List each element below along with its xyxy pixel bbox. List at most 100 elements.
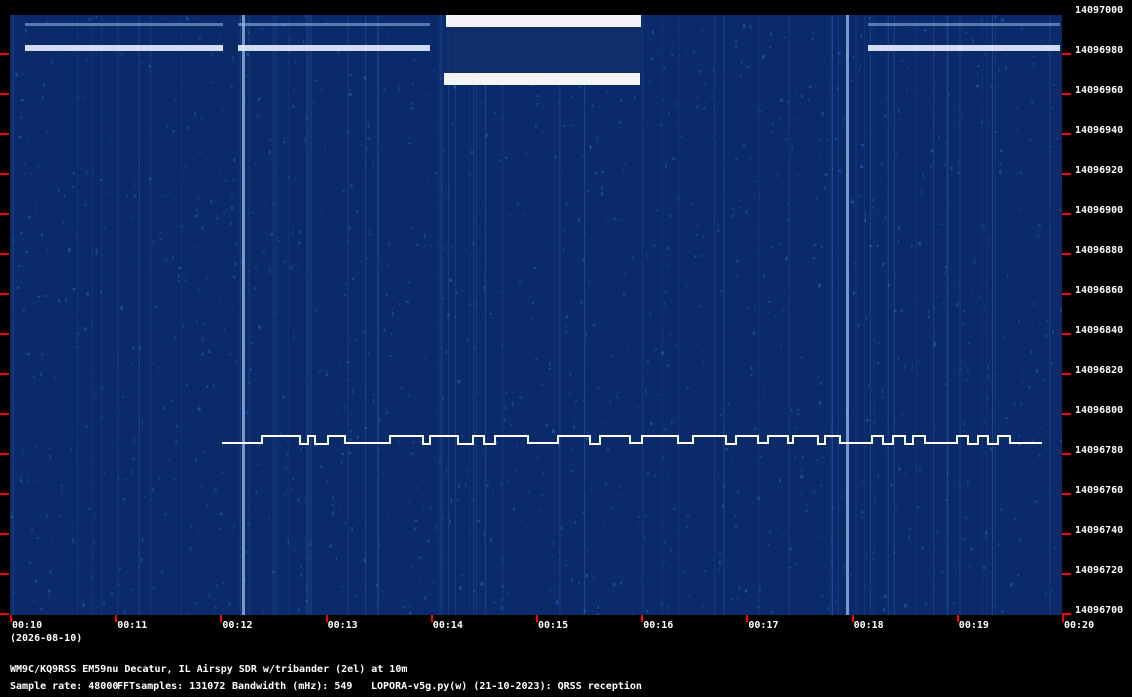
noise-speckle bbox=[921, 189, 923, 193]
noise-speckle bbox=[104, 226, 106, 229]
noise-speckle bbox=[253, 163, 256, 166]
noise-speckle bbox=[692, 401, 695, 404]
noise-speckle bbox=[813, 488, 816, 493]
noise-speckle bbox=[197, 532, 200, 535]
noise-speckle bbox=[588, 405, 590, 407]
noise-speckle bbox=[767, 310, 770, 315]
noise-speckle bbox=[477, 518, 480, 521]
noise-speckle bbox=[421, 34, 425, 37]
noise-speckle bbox=[890, 483, 894, 487]
noise-speckle bbox=[45, 401, 47, 404]
noise-speckle bbox=[790, 288, 793, 293]
noise-speckle bbox=[1052, 330, 1054, 335]
noise-speckle bbox=[362, 101, 364, 104]
noise-speckle bbox=[844, 552, 846, 554]
noise-speckle bbox=[702, 360, 705, 365]
noise-speckle bbox=[774, 560, 778, 564]
noise-speckle bbox=[1039, 426, 1042, 429]
noise-speckle bbox=[86, 292, 89, 296]
noise-speckle bbox=[469, 527, 472, 530]
noise-speckle bbox=[523, 89, 526, 93]
noise-speckle bbox=[594, 171, 598, 175]
noise-speckle bbox=[924, 142, 927, 145]
noise-speckle bbox=[625, 127, 627, 130]
waterfall-spectrogram bbox=[10, 15, 1062, 615]
noise-speckle bbox=[850, 563, 854, 567]
noise-speckle bbox=[212, 513, 214, 516]
noise-speckle bbox=[197, 295, 199, 298]
noise-speckle bbox=[351, 526, 354, 531]
noise-speckle bbox=[656, 66, 659, 68]
noise-speckle bbox=[10, 285, 13, 288]
noise-speckle bbox=[123, 610, 126, 614]
vertical-streak bbox=[982, 15, 984, 615]
noise-speckle bbox=[662, 559, 666, 561]
noise-speckle bbox=[733, 185, 735, 187]
noise-speckle bbox=[968, 342, 970, 345]
noise-speckle bbox=[370, 547, 373, 551]
noise-speckle bbox=[216, 214, 219, 218]
noise-speckle bbox=[793, 118, 796, 120]
noise-speckle bbox=[88, 373, 92, 376]
noise-speckle bbox=[507, 480, 509, 483]
noise-speckle bbox=[771, 491, 774, 494]
noise-speckle bbox=[776, 517, 780, 520]
noise-speckle bbox=[252, 180, 255, 184]
noise-speckle bbox=[202, 450, 206, 454]
noise-speckle bbox=[109, 133, 111, 137]
noise-speckle bbox=[195, 214, 199, 218]
noise-speckle bbox=[571, 448, 574, 451]
noise-speckle bbox=[805, 508, 808, 513]
y-tick-left bbox=[0, 613, 9, 615]
noise-speckle bbox=[194, 112, 197, 116]
noise-speckle bbox=[916, 506, 920, 508]
y-tick-left bbox=[0, 373, 9, 375]
noise-speckle bbox=[262, 610, 265, 613]
noise-speckle bbox=[580, 300, 583, 305]
noise-speckle bbox=[720, 163, 723, 167]
noise-speckle bbox=[132, 452, 135, 457]
noise-speckle bbox=[671, 419, 673, 424]
noise-speckle bbox=[293, 87, 296, 91]
noise-speckle bbox=[37, 164, 39, 168]
noise-speckle bbox=[827, 487, 829, 492]
noise-speckle bbox=[261, 33, 264, 38]
noise-speckle bbox=[197, 536, 200, 539]
noise-speckle bbox=[794, 456, 796, 460]
noise-speckle bbox=[811, 37, 814, 41]
noise-speckle bbox=[459, 343, 461, 347]
noise-speckle bbox=[206, 375, 208, 377]
noise-speckle bbox=[423, 235, 426, 239]
noise-speckle bbox=[907, 67, 909, 70]
noise-speckle bbox=[957, 279, 960, 283]
noise-speckle bbox=[173, 477, 176, 481]
noise-speckle bbox=[366, 137, 370, 140]
noise-speckle bbox=[269, 138, 272, 141]
noise-speckle bbox=[505, 156, 508, 159]
noise-speckle bbox=[88, 139, 91, 144]
noise-speckle bbox=[764, 602, 767, 606]
noise-speckle bbox=[605, 112, 608, 115]
noise-speckle bbox=[452, 102, 456, 106]
x-tick-label: 00:18 bbox=[853, 620, 884, 631]
noise-speckle bbox=[294, 548, 297, 552]
noise-speckle bbox=[120, 305, 124, 310]
noise-speckle bbox=[35, 203, 37, 207]
noise-speckle bbox=[402, 253, 404, 257]
noise-speckle bbox=[1004, 75, 1008, 78]
noise-speckle bbox=[838, 534, 841, 538]
noise-speckle bbox=[1053, 546, 1056, 550]
noise-speckle bbox=[319, 599, 322, 604]
noise-speckle bbox=[979, 32, 981, 35]
vertical-streak bbox=[272, 15, 274, 615]
noise-speckle bbox=[573, 415, 577, 418]
noise-speckle bbox=[1059, 449, 1061, 454]
noise-speckle bbox=[133, 437, 136, 441]
noise-speckle bbox=[303, 26, 306, 29]
noise-speckle bbox=[943, 283, 946, 286]
noise-speckle bbox=[511, 402, 514, 407]
noise-speckle bbox=[605, 220, 608, 224]
noise-speckle bbox=[292, 105, 295, 108]
noise-speckle bbox=[763, 25, 766, 28]
noise-speckle bbox=[751, 231, 754, 233]
